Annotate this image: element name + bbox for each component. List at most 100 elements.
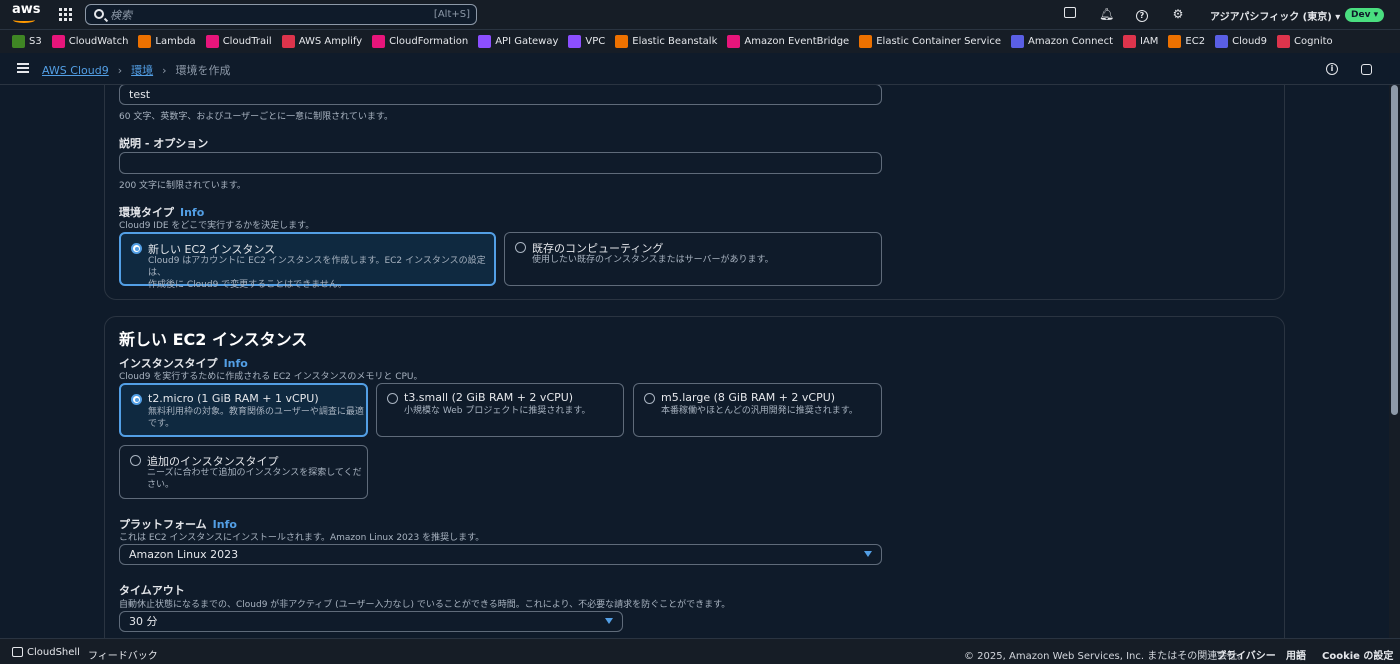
favorite-cognito[interactable]: Cognito — [1277, 35, 1333, 48]
instance-option-desc: ニーズに合わせて追加のインスタンスを探索してくだ さい。 — [147, 468, 362, 490]
favorite-elastic-beanstalk[interactable]: Elastic Beanstalk — [615, 35, 717, 48]
favorite-vpc[interactable]: VPC — [568, 35, 605, 48]
favorite-cloud9[interactable]: Cloud9 — [1215, 35, 1267, 48]
footer: CloudShell フィードバック © 2025, Amazon Web Se… — [0, 638, 1400, 664]
favorite-api-gateway[interactable]: API Gateway — [478, 35, 558, 48]
timeout-hint: 自動休止状態になるまでの、Cloud9 が非アクティブ (ユーザー入力なし) で… — [119, 600, 731, 610]
favorite-cloudformation[interactable]: CloudFormation — [372, 35, 468, 48]
breadcrumb-root-link[interactable]: AWS Cloud9 — [42, 64, 109, 77]
info-panel-icon[interactable]: i — [1326, 63, 1338, 75]
favorite-cloudtrail[interactable]: CloudTrail — [205, 35, 272, 48]
favorite-iam[interactable]: IAM — [1123, 35, 1158, 48]
description-label: 説明 - オプション — [119, 137, 209, 150]
hamburger-menu-icon[interactable] — [17, 63, 29, 73]
favorite-label: CloudFormation — [389, 36, 469, 47]
radio-unselected[interactable] — [515, 242, 526, 253]
platform-hint: これは EC2 インスタンスにインストールされます。Amazon Linux 2… — [119, 533, 485, 543]
account-badge[interactable]: Dev ▾ — [1345, 8, 1385, 22]
favorite-s3[interactable]: S3 — [12, 35, 42, 48]
region-selector[interactable]: アジアパシフィック (東京) ▾ — [1210, 8, 1340, 23]
ec2-panel-heading: 新しい EC2 インスタンス — [119, 330, 308, 349]
instance-option-title: m5.large (8 GiB RAM + 2 vCPU) — [661, 391, 836, 404]
platform-select[interactable]: Amazon Linux 2023 — [119, 544, 882, 565]
search-input[interactable]: 検索 [Alt+S] — [85, 4, 477, 25]
main-content: test 60 文字、英数字、およびユーザーごとに一意に制限されています。 説明… — [0, 85, 1388, 638]
search-placeholder: 検索 — [110, 8, 132, 22]
instance-option-desc: 無料利用枠の対象。教育関係のユーザーや調査に最適 です。 — [148, 407, 364, 429]
timeout-selected-value: 30 分 — [129, 615, 158, 628]
service-icon — [1277, 35, 1291, 48]
breadcrumb-current: 環境を作成 — [175, 64, 231, 77]
search-icon — [94, 9, 104, 19]
radio-selected[interactable] — [131, 243, 142, 254]
terms-link[interactable]: 用語 — [1286, 647, 1306, 662]
radio-unselected[interactable] — [130, 455, 141, 466]
favorite-label: EC2 — [1185, 36, 1206, 47]
service-icon — [205, 35, 219, 48]
service-icon — [568, 35, 582, 48]
favorite-label: Amazon EventBridge — [744, 36, 850, 47]
service-icon — [1215, 35, 1229, 48]
feedback-link[interactable]: フィードバック — [88, 647, 158, 662]
env-option-desc: 使用したい既存のインスタンスまたはサーバーがあります。 — [532, 255, 774, 265]
top-navigation: aws 検索 [Alt+S] 🔔︎ ? ⚙ アジアパシフィック (東京) ▾ D… — [0, 0, 1400, 29]
favorite-label: AWS Amplify — [298, 36, 363, 47]
env-option-desc: Cloud9 はアカウントに EC2 インスタンスを作成します。EC2 インスタ… — [148, 256, 486, 290]
instance-option-m5-large[interactable]: m5.large (8 GiB RAM + 2 vCPU) 本番稼働やほとんどの… — [633, 383, 882, 437]
cookie-settings-link[interactable]: Cookie の設定 — [1322, 647, 1393, 662]
env-option-existing-compute[interactable]: 既存のコンピューティング 使用したい既存のインスタンスまたはサーバーがあります。 — [504, 232, 882, 286]
breadcrumb: AWS Cloud9 › 環境 › 環境を作成 — [42, 62, 231, 78]
description-textarea[interactable] — [119, 152, 882, 174]
favorite-label: Lambda — [155, 36, 196, 47]
breadcrumb-bar: AWS Cloud9 › 環境 › 環境を作成 i — [0, 53, 1400, 85]
favorite-aws-amplify[interactable]: AWS Amplify — [281, 35, 363, 48]
radio-unselected[interactable] — [387, 393, 398, 404]
favorite-label: IAM — [1140, 36, 1159, 47]
favorite-lambda[interactable]: Lambda — [138, 35, 196, 48]
scrollbar-thumb[interactable] — [1391, 85, 1398, 415]
breadcrumb-parent-link[interactable]: 環境 — [131, 62, 153, 78]
instance-option-additional[interactable]: 追加のインスタンスタイプ ニーズに合わせて追加のインスタンスを探索してくだ さい。 — [119, 445, 368, 499]
radio-unselected[interactable] — [644, 393, 655, 404]
favorite-label: VPC — [585, 36, 606, 47]
privacy-link[interactable]: プライバシー — [1216, 647, 1276, 662]
service-icon — [281, 35, 295, 48]
notification-hex-icon[interactable] — [1361, 64, 1372, 75]
service-icon — [478, 35, 492, 48]
favorite-cloudwatch[interactable]: CloudWatch — [51, 35, 128, 48]
favorite-amazon-connect[interactable]: Amazon Connect — [1011, 35, 1113, 48]
cloudshell-icon[interactable] — [1063, 7, 1077, 21]
caret-down-icon — [864, 551, 872, 557]
page-scrollbar[interactable] — [1389, 85, 1400, 638]
favorite-label: Elastic Beanstalk — [632, 36, 718, 47]
env-option-new-ec2[interactable]: 新しい EC2 インスタンス Cloud9 はアカウントに EC2 インスタンス… — [119, 232, 496, 290]
instance-option-t2-micro[interactable]: t2.micro (1 GiB RAM + 1 vCPU) 無料利用枠の対象。教… — [119, 383, 368, 437]
instance-option-title: t3.small (2 GiB RAM + 2 vCPU) — [404, 391, 574, 404]
favorite-label: Amazon Connect — [1028, 36, 1113, 47]
service-icon — [51, 35, 65, 48]
terminal-icon — [12, 647, 23, 657]
favorite-ec2[interactable]: EC2 — [1168, 35, 1205, 48]
service-icon — [12, 35, 25, 48]
service-icon — [1011, 35, 1025, 48]
favorite-label: S3 — [29, 36, 42, 47]
service-icon — [859, 35, 873, 48]
service-icon — [1168, 35, 1182, 48]
timeout-select[interactable]: 30 分 — [119, 611, 623, 632]
radio-selected[interactable] — [131, 394, 142, 405]
name-input[interactable]: test — [119, 85, 882, 105]
service-icon — [372, 35, 386, 48]
instance-option-desc: 本番稼働やほとんどの汎用開発に推奨されます。 — [661, 406, 858, 416]
service-icon — [138, 35, 152, 48]
settings-gear-icon[interactable]: ⚙ — [1171, 7, 1185, 21]
help-icon[interactable]: ? — [1135, 7, 1149, 22]
favorite-amazon-eventbridge[interactable]: Amazon EventBridge — [727, 35, 849, 48]
instance-option-desc: 小規模な Web プロジェクトに推奨されます。 — [404, 406, 591, 416]
aws-logo[interactable]: aws — [12, 3, 41, 24]
favorite-elastic-container-service[interactable]: Elastic Container Service — [859, 35, 1001, 48]
services-menu-icon[interactable] — [59, 8, 72, 21]
instance-option-t3-small[interactable]: t3.small (2 GiB RAM + 2 vCPU) 小規模な Web プ… — [376, 383, 624, 437]
chevron-right-icon: › — [162, 63, 167, 77]
bell-icon[interactable]: 🔔︎ — [1099, 7, 1114, 21]
cloudshell-button[interactable]: CloudShell — [12, 647, 80, 658]
